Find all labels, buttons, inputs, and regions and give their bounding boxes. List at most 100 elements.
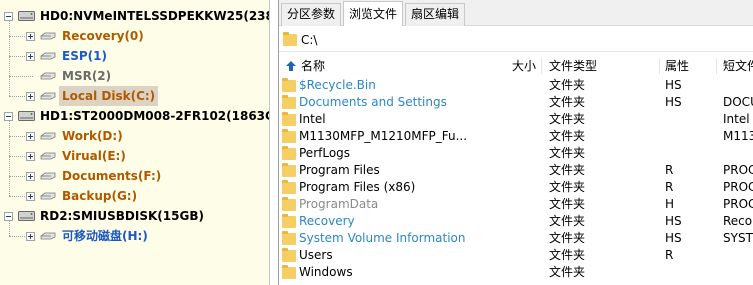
file-type: 文件夹 [549,248,586,262]
file-short-name: Intel [723,112,750,126]
file-type: 文件夹 [549,163,586,177]
partition-icon [40,92,56,100]
file-row[interactable]: ProgramData 文件夹 H PROC [279,196,753,213]
file-row[interactable]: Users 文件夹 R [279,247,753,264]
file-short-name: SYSTI [723,231,753,245]
tree-connector [9,221,10,236]
file-row[interactable]: Program Files (x86) 文件夹 R PROC [279,179,753,196]
expand-toggle[interactable] [26,132,35,141]
file-short-name: PROC [723,163,753,177]
column-size[interactable]: 大小 [512,56,536,76]
file-type: 文件夹 [549,146,586,160]
folder-icon [282,78,296,92]
file-row[interactable]: System Volume Information 文件夹 HS SYSTI [279,230,753,247]
file-row[interactable]: $Recycle.Bin 文件夹 HS [279,77,753,94]
hard-disk-icon [18,211,35,221]
tab-partition-params[interactable]: 分区参数 [281,3,342,26]
file-attributes: R [665,163,674,177]
tab-browse-files[interactable]: 浏览文件 [343,1,404,26]
file-row[interactable]: M1130MFP_M1210MFP_Fu... 文件夹 M113 [279,128,753,145]
file-type: 文件夹 [549,231,586,245]
column-type[interactable]: 文件类型 [549,56,597,76]
file-type: 文件夹 [549,197,586,211]
file-name[interactable]: Program Files [299,162,475,179]
file-row[interactable]: Intel 文件夹 Intel [279,111,753,128]
file-short-name: Reco [723,214,753,228]
expand-toggle[interactable] [26,52,35,61]
file-type: 文件夹 [549,95,586,109]
folder-icon [282,163,296,177]
partition-label[interactable]: Documents(F:) [62,166,161,186]
collapse-toggle[interactable] [4,12,13,21]
partition-label[interactable]: Work(D:) [62,126,123,146]
file-name[interactable]: Documents and Settings [299,94,475,111]
folder-icon [282,214,296,228]
tab-sector-editor[interactable]: 扇区编辑 [405,3,466,26]
folder-icon [282,112,296,126]
file-attributes: R [665,180,674,194]
hard-disk-icon [18,11,35,21]
expand-toggle[interactable] [26,172,35,181]
file-short-name: M113 [723,129,753,143]
column-name[interactable]: 名称 [301,56,325,76]
expand-toggle[interactable] [26,232,35,241]
current-path: C:\ [301,33,318,47]
file-name[interactable]: PerfLogs [299,145,475,162]
file-name[interactable]: Intel [299,111,475,128]
file-name[interactable]: Windows [299,264,475,281]
file-row[interactable]: Windows 文件夹 [279,264,753,281]
file-name[interactable]: $Recycle.Bin [299,77,475,94]
partition-icon [40,132,56,140]
disk-label[interactable]: RD2:SMIUSBDISK(15GB) [40,206,204,226]
file-type: 文件夹 [549,129,586,143]
file-name[interactable]: ProgramData [299,196,475,213]
column-divider[interactable] [541,58,542,74]
disk-label[interactable]: HD1:ST2000DM008-2FR102(1863GB) [40,106,269,126]
folder-icon [282,231,296,245]
file-type: 文件夹 [549,214,586,228]
expand-toggle[interactable] [26,32,35,41]
file-row[interactable]: Program Files 文件夹 R PROC [279,162,753,179]
file-type: 文件夹 [549,112,586,126]
column-attr[interactable]: 属性 [665,56,689,76]
folder-icon [282,197,296,211]
partition-label[interactable]: MSR(2) [62,66,111,86]
partition-icon [40,32,56,40]
expand-toggle[interactable] [26,192,35,201]
partition-label[interactable]: ESP(1) [62,46,107,66]
partition-label[interactable]: Recovery(0) [62,26,144,46]
file-name[interactable]: System Volume Information [299,230,475,247]
tree-connector [9,21,10,96]
expand-toggle[interactable] [26,92,35,101]
file-row[interactable]: Recovery 文件夹 HS Reco [279,213,753,230]
disk-label[interactable]: HD0:NVMeINTELSSDPEKKW25(238GB) [40,6,269,26]
file-short-name: DOCU [723,95,753,109]
file-name[interactable]: M1130MFP_M1210MFP_Fu... [299,128,475,145]
partition-label[interactable]: 可移动磁盘(H:) [62,226,148,246]
column-short-name[interactable]: 短文件 [723,56,753,76]
folder-icon [282,248,296,262]
tree-connector [9,76,33,77]
up-directory-icon[interactable] [285,60,297,72]
file-row[interactable]: Documents and Settings 文件夹 HS DOCU [279,94,753,111]
folder-icon [283,32,297,46]
partition-label[interactable]: Local Disk(C:) [59,86,159,106]
collapse-toggle[interactable] [4,212,13,221]
partition-icon [40,192,56,200]
folder-icon [282,265,296,279]
file-row[interactable]: PerfLogs 文件夹 [279,145,753,162]
collapse-toggle[interactable] [4,112,13,121]
column-divider[interactable] [659,58,660,74]
partition-label[interactable]: Virual(E:) [62,146,126,166]
file-type: 文件夹 [549,180,586,194]
file-name[interactable]: Recovery [299,213,475,230]
partition-label[interactable]: Backup(G:) [62,186,137,206]
column-divider[interactable] [716,58,717,74]
expand-toggle[interactable] [26,152,35,161]
partition-icon [40,72,56,80]
path-bar: C:\ [279,28,753,52]
partition-icon [40,52,56,60]
file-attributes: HS [665,78,682,92]
file-name[interactable]: Users [299,247,475,264]
file-name[interactable]: Program Files (x86) [299,179,475,196]
